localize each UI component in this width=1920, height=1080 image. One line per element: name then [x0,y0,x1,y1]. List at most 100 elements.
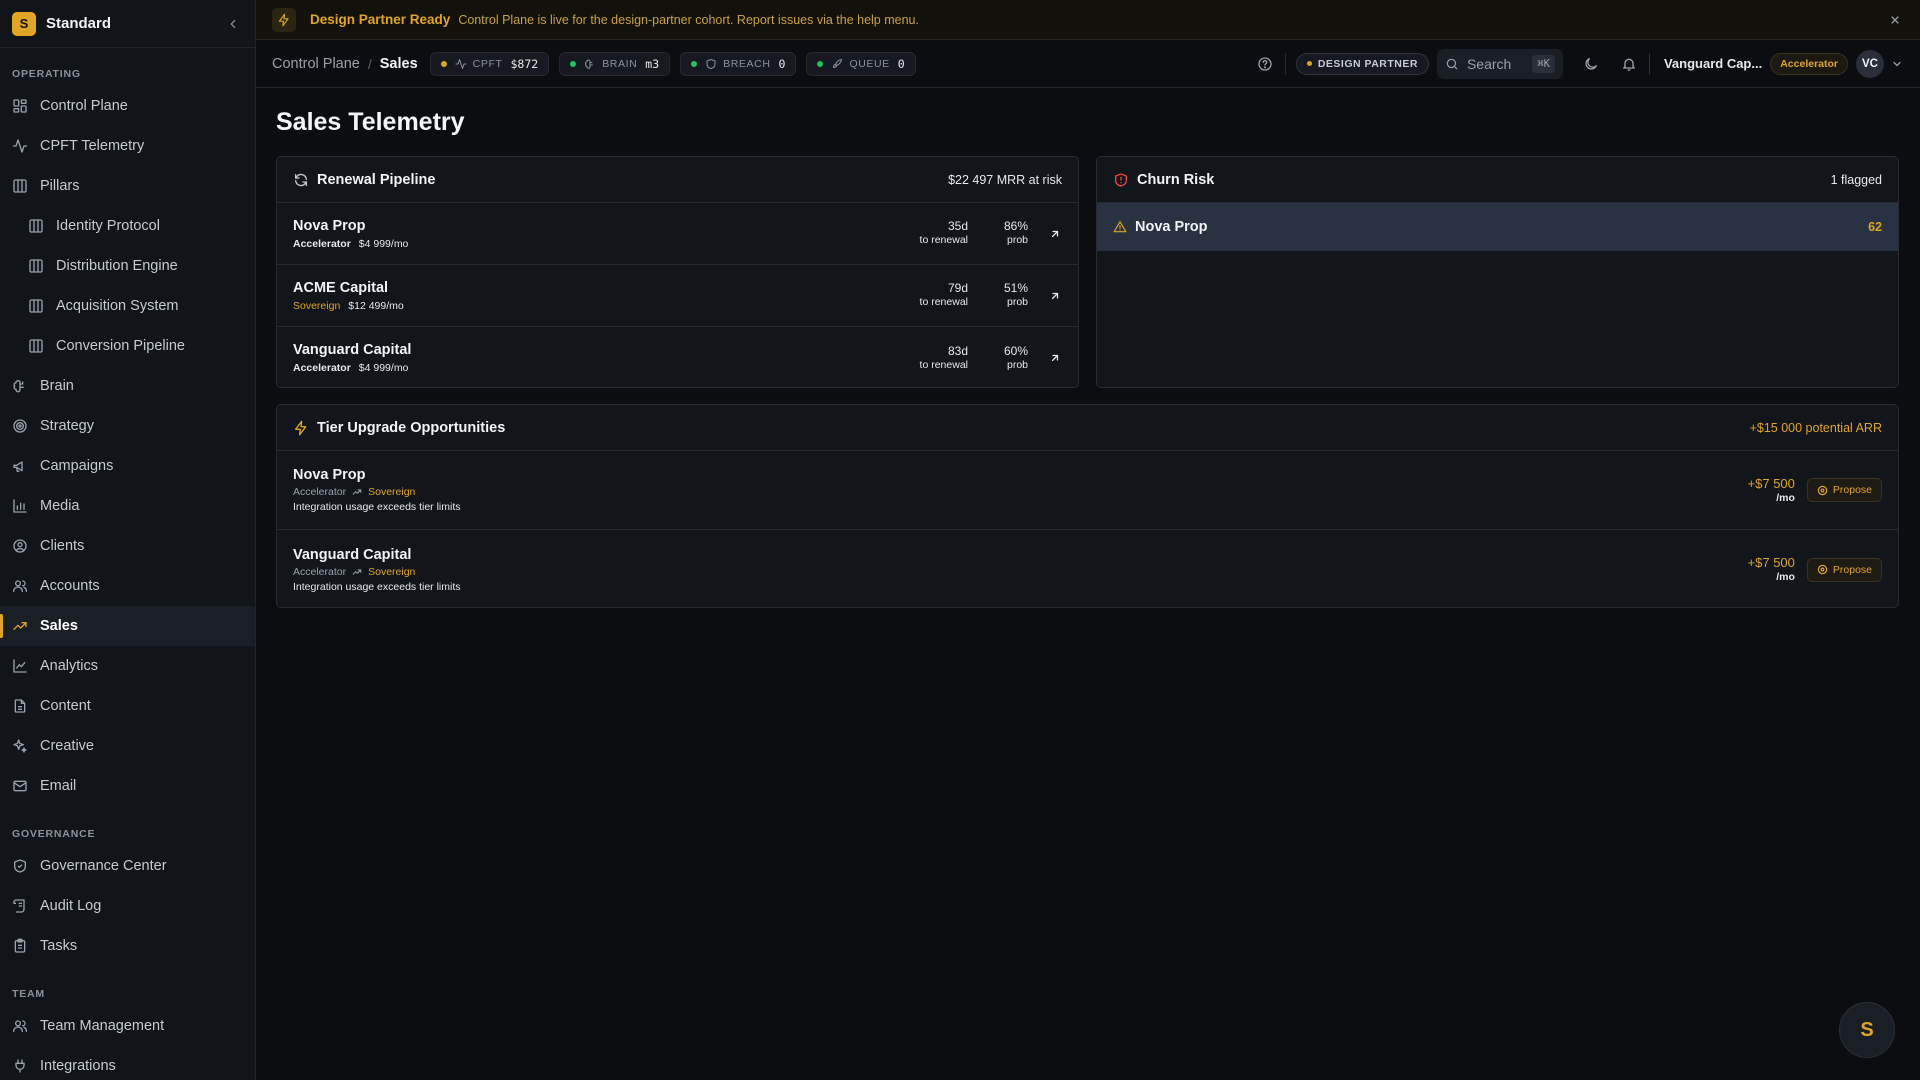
arrow-up-right-icon[interactable] [1048,227,1062,241]
status-pill-cpft[interactable]: CPFT $872 [429,51,550,76]
sidebar-item-strategy[interactable]: Strategy [0,406,255,446]
sidebar-item-label: Campaigns [40,458,114,474]
sidebar-item-conversion-pipeline[interactable]: Conversion Pipeline [0,326,255,366]
card-header: Churn Risk 1 flagged [1097,157,1898,203]
top-header: Control Plane / Sales CPFT $872 BRAIN m3… [256,40,1920,88]
status-pill-breach[interactable]: BREACH 0 [680,51,797,76]
sidebar-item-label: Analytics [40,658,99,674]
avatar[interactable]: VC [1856,49,1884,78]
grid-icon [12,98,28,114]
sidebar-item-label: Media [40,498,80,514]
sidebar-item-label: Strategy [40,418,94,434]
sidebar-item-clients[interactable]: Clients [0,526,255,566]
days-label: to renewal [919,358,968,371]
activity-icon [12,138,28,154]
table-row[interactable]: Vanguard Capital Accelerator $4 999/mo 83… [277,327,1078,387]
chevron-left-icon[interactable] [223,14,243,34]
sidebar-item-media[interactable]: Media [0,486,255,526]
sidebar-item-audit-log[interactable]: Audit Log [0,886,255,926]
sidebar-section-governance: GOVERNANCE [12,828,96,840]
search-label: Search [1466,55,1512,72]
upgrade-reason: Integration usage exceeds tier limits [293,501,461,513]
sidebar-item-accounts[interactable]: Accounts [0,566,255,606]
sidebar-item-label: Conversion Pipeline [56,338,185,354]
days-value: 83d [947,343,968,358]
sidebar-item-integrations[interactable]: Integrations [0,1046,255,1080]
sidebar-item-sales[interactable]: Sales [0,606,255,646]
sidebar-item-acquisition-system[interactable]: Acquisition System [0,286,255,326]
columns-icon [28,338,44,354]
search-button[interactable]: Search ⌘K [1436,48,1563,79]
help-circle-icon[interactable] [1255,54,1275,74]
list-item: Vanguard Capital Accelerator Sovereign I… [277,530,1898,607]
workspace-name[interactable]: Standard [46,15,223,32]
status-pill-queue[interactable]: QUEUE 0 [806,51,916,76]
sidebar-item-label: Governance Center [40,858,167,874]
search-icon [1445,57,1459,71]
sidebar-item-label: Brain [40,378,74,394]
upgrade-period: /mo [1776,571,1795,583]
sidebar-item-brain[interactable]: Brain [0,366,255,406]
chevron-down-icon[interactable] [1890,57,1904,71]
sidebar-item-label: Email [40,778,77,794]
pill-label: BREACH [723,57,771,70]
brain-icon [584,58,596,70]
to-tier: Sovereign [368,565,416,578]
trending-up-icon [352,487,362,497]
users-icon [12,1018,28,1034]
table-row[interactable]: Nova Prop Accelerator $4 999/mo 35d to ren… [277,203,1078,265]
design-partner-badge: DESIGN PARTNER [1295,52,1429,75]
sidebar-item-label: Tasks [40,938,78,954]
sidebar-item-content[interactable]: Content [0,686,255,726]
table-row[interactable]: ACME Capital Sovereign $12 499/mo 79d to r… [277,265,1078,327]
card-header: Renewal Pipeline $22 497 MRR at risk [277,157,1078,203]
assistant-fab[interactable]: S [1839,1002,1895,1058]
users-icon [12,578,28,594]
sidebar-item-label: CPFT Telemetry [40,138,145,154]
sidebar-item-campaigns[interactable]: Campaigns [0,446,255,486]
sidebar: S Standard OPERATING Control Plane CPFT … [0,0,256,1080]
target-icon [1817,564,1828,575]
columns-icon [28,298,44,314]
risk-score: 62 [1868,220,1882,234]
workspace-logo[interactable]: S [12,11,36,36]
status-pill-brain[interactable]: BRAIN m3 [559,51,671,76]
status-dot [440,60,447,67]
prob-value: 86% [1003,219,1028,234]
sidebar-item-distribution-engine[interactable]: Distribution Engine [0,246,255,286]
sidebar-item-creative[interactable]: Creative [0,726,255,766]
clipboard-icon [12,938,28,954]
sidebar-item-label: Audit Log [40,898,102,914]
bolt-icon [293,420,309,436]
from-tier: Accelerator [293,565,347,578]
arrow-up-right-icon[interactable] [1048,289,1062,303]
breadcrumb-control-plane[interactable]: Control Plane [272,56,360,72]
sidebar-item-team-management[interactable]: Team Management [0,1006,255,1046]
close-icon[interactable] [1886,11,1904,29]
sidebar-item-pillars[interactable]: Pillars [0,166,255,206]
status-dot [691,60,698,67]
propose-button[interactable]: Propose [1806,478,1882,502]
pill-label: BRAIN [602,57,638,70]
arrow-up-right-icon[interactable] [1048,351,1062,365]
sidebar-item-analytics[interactable]: Analytics [0,646,255,686]
sidebar-item-identity-protocol[interactable]: Identity Protocol [0,206,255,246]
bell-icon[interactable] [1619,54,1639,74]
card-title: Tier Upgrade Opportunities [317,419,506,436]
sidebar-item-tasks[interactable]: Tasks [0,926,255,966]
propose-button[interactable]: Propose [1806,557,1882,582]
sidebar-item-label: Control Plane [40,98,128,114]
pill-value: m3 [645,56,660,71]
list-item[interactable]: Nova Prop 62 [1097,203,1898,251]
sidebar-item-control-plane[interactable]: Control Plane [0,86,255,126]
mrr-at-risk: $22 497 MRR at risk [948,172,1062,187]
sidebar-item-email[interactable]: Email [0,766,255,806]
mrr-value: $12 499/mo [348,299,404,312]
sidebar-item-label: Acquisition System [56,298,179,314]
flagged-count: 1 flagged [1830,172,1882,187]
org-name[interactable]: Vanguard Cap... [1664,56,1762,71]
pill-value: 0 [897,56,905,71]
sidebar-item-governance-center[interactable]: Governance Center [0,846,255,886]
moon-icon[interactable] [1581,54,1601,74]
sidebar-item-cpft-telemetry[interactable]: CPFT Telemetry [0,126,255,166]
